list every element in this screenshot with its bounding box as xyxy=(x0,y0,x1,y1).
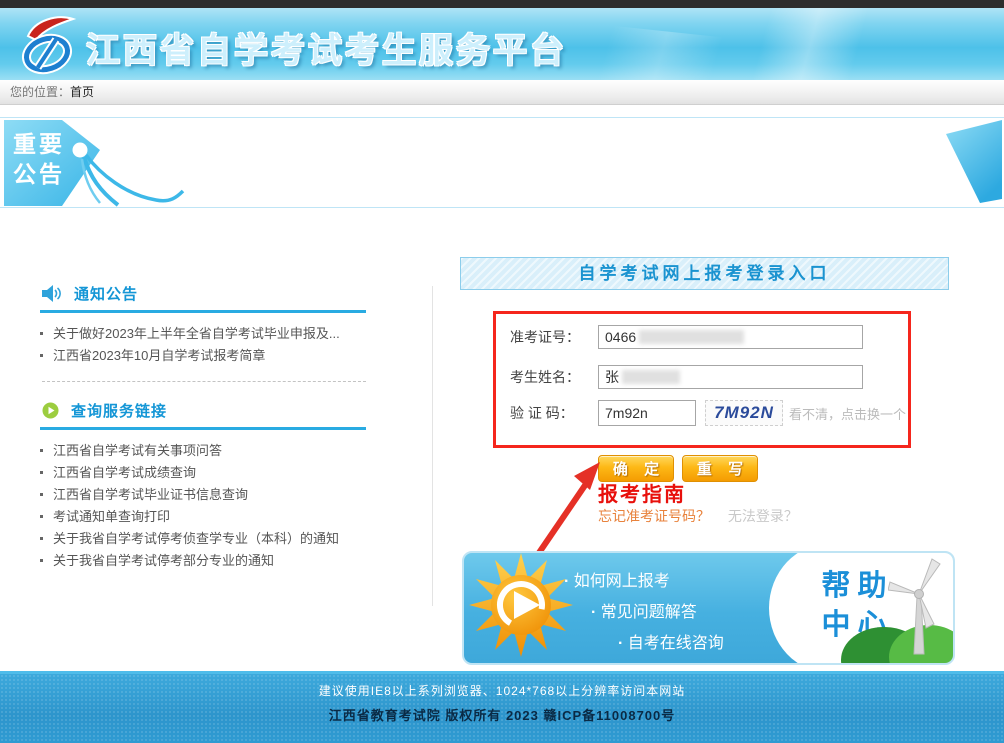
notices-section-header: 通知公告 xyxy=(40,283,366,313)
wind-turbine-icon xyxy=(888,556,950,658)
help-link[interactable]: 如何网上报考 xyxy=(564,566,724,597)
service-link[interactable]: 江西省自学考试成绩查询 xyxy=(40,462,435,484)
captcha-row: 验 证 码： 7M92N 看不清，点击换一个 xyxy=(510,400,906,426)
notice-link[interactable]: 江西省2023年10月自学考试报考简章 xyxy=(40,345,435,367)
notice-link[interactable]: 关于做好2023年上半年全省自学考试毕业申报及... xyxy=(40,323,435,345)
reset-button[interactable]: 重 写 xyxy=(682,455,758,482)
notices-section-title: 通知公告 xyxy=(74,283,138,304)
site-header: 江西省自学考试考生服务平台 xyxy=(0,8,1004,80)
breadcrumb: 您的位置：首页 xyxy=(0,80,1004,105)
tag-text-line2: 公告 xyxy=(13,161,65,187)
captcha-label: 验 证 码： xyxy=(510,403,598,423)
site-logo-icon xyxy=(16,12,78,80)
corner-ribbon-decoration xyxy=(942,119,1002,206)
ticket-number-input[interactable]: 0466 xyxy=(598,325,863,349)
service-link[interactable]: 江西省自学考试有关事项问答 xyxy=(40,440,435,462)
breadcrumb-home-link[interactable]: 首页 xyxy=(70,85,94,99)
login-entrance-title: 自学考试网上报考登录入口 xyxy=(460,257,949,290)
services-section-header: 查询服务链接 xyxy=(40,400,366,430)
ticket-number-label: 准考证号： xyxy=(510,327,598,347)
service-link[interactable]: 江西省自学考试毕业证书信息查询 xyxy=(40,484,435,506)
page: 江西省自学考试考生服务平台 您的位置：首页 重要 公告 xyxy=(0,0,1004,743)
cannot-login-link[interactable]: 无法登录？ xyxy=(728,508,798,524)
captcha-image[interactable]: 7M92N xyxy=(705,400,783,426)
dashed-divider xyxy=(42,381,366,382)
ticket-number-row: 准考证号： 0466 xyxy=(510,324,863,350)
service-link[interactable]: 关于我省自学考试停考侦查学专业（本科）的通知 xyxy=(40,528,435,550)
play-circle-icon xyxy=(42,402,59,419)
captcha-input[interactable] xyxy=(598,400,696,426)
column-divider xyxy=(432,286,433,606)
services-list: 江西省自学考试有关事项问答 江西省自学考试成绩查询 江西省自学考试毕业证书信息查… xyxy=(40,440,435,572)
notices-list: 关于做好2023年上半年全省自学考试毕业申报及... 江西省2023年10月自学… xyxy=(40,323,435,367)
forgot-ticket-link[interactable]: 忘记准考证号码？ xyxy=(598,508,710,524)
services-section-title: 查询服务链接 xyxy=(71,400,167,421)
important-notice-strip: 重要 公告 xyxy=(0,117,1004,208)
help-link[interactable]: 自考在线咨询 xyxy=(618,628,724,659)
browser-recommendation: 建议使用IE8以上系列浏览器、1024*768以上分辨率访问本网站 xyxy=(0,674,1004,699)
redacted-text xyxy=(622,370,680,384)
top-dark-bar xyxy=(0,0,1004,8)
help-links: 如何网上报考 常见问题解答 自考在线咨询 xyxy=(564,566,724,659)
copyright-text: 江西省教育考试院 版权所有 2023 赣ICP备11008700号 xyxy=(0,699,1004,724)
left-column: 通知公告 关于做好2023年上半年全省自学考试毕业申报及... 江西省2023年… xyxy=(40,283,435,572)
candidate-name-input[interactable]: 张 xyxy=(598,365,863,389)
service-link[interactable]: 考试通知单查询打印 xyxy=(40,506,435,528)
page-title: 江西省自学考试考生服务平台 xyxy=(86,23,567,72)
speaker-icon xyxy=(42,285,62,302)
candidate-name-row: 考生姓名： 张 xyxy=(510,364,863,390)
important-notice-tag: 重要 公告 xyxy=(4,119,204,207)
service-link[interactable]: 关于我省自学考试停考部分专业的通知 xyxy=(40,550,435,572)
breadcrumb-label: 您的位置： xyxy=(10,85,70,99)
help-link[interactable]: 常见问题解答 xyxy=(591,597,724,628)
redacted-text xyxy=(639,330,744,344)
registration-guide-link[interactable]: 报考指南 xyxy=(598,478,686,507)
help-center-banner[interactable]: 如何网上报考 常见问题解答 自考在线咨询 帮助 中心 xyxy=(462,551,955,665)
captcha-refresh-link[interactable]: 看不清，点击换一个 xyxy=(789,404,906,423)
tag-text-line1: 重要 xyxy=(13,131,65,157)
page-footer: 建议使用IE8以上系列浏览器、1024*768以上分辨率访问本网站 江西省教育考… xyxy=(0,671,1004,743)
login-form-highlight-box: 准考证号： 0466 考生姓名： 张 验 证 码： 7M92N 看不清，点击换一… xyxy=(493,311,911,448)
candidate-name-label: 考生姓名： xyxy=(510,367,598,387)
login-help-links: 忘记准考证号码？ 无法登录？ xyxy=(598,506,798,526)
